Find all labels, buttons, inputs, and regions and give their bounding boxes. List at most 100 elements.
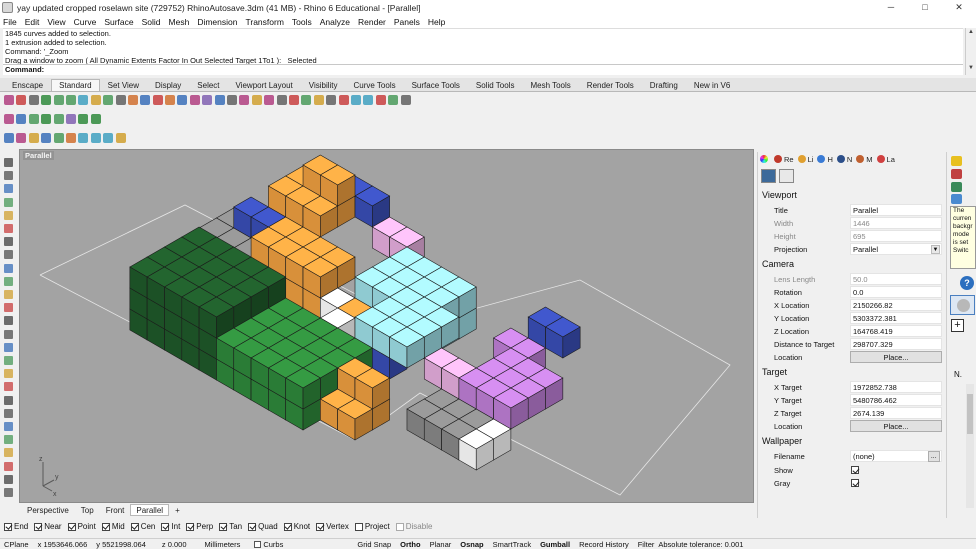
- sphere-button[interactable]: [950, 295, 975, 315]
- view-icon[interactable]: [779, 169, 794, 183]
- transform-icon[interactable]: [4, 435, 13, 445]
- zoom-dynamic-icon[interactable]: [140, 94, 151, 105]
- osnap-checkbox[interactable]: [186, 522, 195, 531]
- tab-visibility[interactable]: Visibility: [301, 79, 346, 91]
- select-icon[interactable]: [4, 158, 13, 167]
- status-smarttrack[interactable]: SmartTrack: [493, 540, 531, 549]
- mirror-icon[interactable]: [4, 461, 13, 471]
- open-icon[interactable]: [16, 94, 27, 105]
- help-icon[interactable]: [400, 94, 411, 105]
- point-icon[interactable]: [4, 171, 13, 181]
- box-icon[interactable]: [4, 329, 13, 339]
- panel-scrollbar[interactable]: [966, 384, 974, 508]
- target-place-button[interactable]: Place...: [850, 420, 942, 432]
- projection-select[interactable]: Parallel ▼: [850, 243, 942, 255]
- curve-tool-icon[interactable]: [28, 132, 39, 143]
- check-icon[interactable]: [4, 132, 14, 143]
- tab-curve-tools[interactable]: Curve Tools: [346, 79, 404, 91]
- osnap-checkbox[interactable]: [248, 522, 257, 531]
- grid-snap-icon[interactable]: [115, 132, 126, 143]
- enscape-settings-icon[interactable]: [53, 113, 64, 124]
- filter-icon[interactable]: [53, 132, 64, 143]
- rotation-field[interactable]: 0.0: [850, 286, 942, 298]
- osnap-checkbox[interactable]: [130, 522, 139, 531]
- panel-tab-h[interactable]: H: [817, 155, 833, 164]
- osnap-near[interactable]: Near: [34, 522, 62, 531]
- analyze-tool-icon[interactable]: [4, 474, 13, 484]
- y-location-field[interactable]: 5303372.381: [850, 312, 942, 324]
- viewport-tab-top[interactable]: Top: [75, 504, 100, 516]
- cplane-icon[interactable]: [227, 94, 238, 105]
- menu-surface[interactable]: Surface: [104, 17, 133, 27]
- fillet-icon[interactable]: [4, 290, 13, 299]
- menu-file[interactable]: File: [3, 17, 17, 27]
- tab-standard[interactable]: Standard: [51, 79, 100, 91]
- viewport-parallel[interactable]: z y x Parallel: [19, 149, 754, 503]
- enscape-start-icon[interactable]: [4, 113, 14, 124]
- add-panel-button[interactable]: +: [951, 319, 964, 332]
- copy-icon[interactable]: [78, 94, 89, 105]
- polygon-icon[interactable]: [4, 250, 13, 260]
- object-snap-icon[interactable]: [90, 132, 101, 143]
- status-units[interactable]: Millimeters: [205, 540, 241, 549]
- menu-transform[interactable]: Transform: [245, 17, 283, 27]
- osnap-checkbox[interactable]: [219, 522, 228, 531]
- close-button[interactable]: ✕: [942, 0, 976, 15]
- shaded-icon[interactable]: [338, 94, 349, 105]
- osnap-checkbox[interactable]: [395, 522, 404, 531]
- gray-checkbox[interactable]: [851, 479, 859, 487]
- osnap-perp[interactable]: Perp: [186, 522, 213, 531]
- osnap-checkbox[interactable]: [316, 522, 325, 531]
- osnap-project[interactable]: Project: [354, 522, 390, 531]
- rectangle-icon[interactable]: [4, 237, 13, 247]
- zoom-window-icon[interactable]: [152, 94, 163, 105]
- model-canvas[interactable]: z y x: [20, 150, 754, 503]
- osnap-disable[interactable]: Disable: [395, 522, 432, 531]
- boolean-icon[interactable]: [4, 382, 13, 392]
- analyze-icon[interactable]: [375, 94, 386, 105]
- grid-icon[interactable]: [214, 94, 225, 105]
- viewport-tab-perspective[interactable]: Perspective: [21, 504, 75, 516]
- curve-icon[interactable]: [4, 197, 13, 207]
- tab-solid-tools[interactable]: Solid Tools: [468, 79, 523, 91]
- materials-panel-icon[interactable]: [951, 194, 962, 204]
- browse-button[interactable]: ...: [928, 451, 940, 462]
- enscape-assets-icon[interactable]: [65, 113, 76, 124]
- tab-viewport-layout[interactable]: Viewport Layout: [228, 79, 301, 91]
- save-icon[interactable]: [28, 94, 39, 105]
- osnap-checkbox[interactable]: [101, 522, 110, 531]
- new-icon[interactable]: [4, 94, 14, 105]
- osnap-int[interactable]: Int: [161, 522, 180, 531]
- status-layer[interactable]: Curbs: [254, 540, 283, 549]
- array-icon[interactable]: [4, 448, 13, 458]
- polyline-icon[interactable]: [4, 184, 13, 194]
- tab-mesh-tools[interactable]: Mesh Tools: [522, 79, 578, 91]
- properties-icon[interactable]: [264, 94, 275, 105]
- arc-icon[interactable]: [4, 224, 13, 233]
- rendered-icon[interactable]: [350, 94, 361, 105]
- status-osnap[interactable]: Osnap: [460, 540, 483, 549]
- color-wheel-icon[interactable]: [760, 155, 770, 163]
- layers-panel-icon[interactable]: [951, 182, 962, 192]
- cylinder-tool-icon[interactable]: [4, 356, 13, 365]
- camera-place-button[interactable]: Place...: [850, 351, 942, 363]
- menu-analyze[interactable]: Analyze: [320, 17, 350, 27]
- tab-enscape[interactable]: Enscape: [4, 79, 51, 91]
- material-icon[interactable]: [288, 94, 299, 105]
- shape-tool-icon[interactable]: [16, 132, 27, 143]
- viewport-title[interactable]: Parallel: [23, 151, 54, 160]
- enscape-about-icon[interactable]: [90, 113, 101, 124]
- status-gumball[interactable]: Gumball: [540, 540, 570, 549]
- tab-new-in-v6[interactable]: New in V6: [686, 79, 738, 91]
- tab-render-tools[interactable]: Render Tools: [579, 79, 642, 91]
- osnap-point[interactable]: Point: [67, 522, 96, 531]
- cursor-icon[interactable]: [65, 132, 76, 143]
- enscape-capture-icon[interactable]: [41, 113, 52, 124]
- osnap-quad[interactable]: Quad: [248, 522, 278, 531]
- display-mode-icon[interactable]: [326, 94, 337, 105]
- zoom-all-icon[interactable]: [189, 94, 200, 105]
- sphere-tool-icon[interactable]: [4, 342, 13, 352]
- render-icon[interactable]: [301, 94, 312, 105]
- panel-tab-li[interactable]: Li: [797, 155, 813, 164]
- menu-help[interactable]: Help: [428, 17, 445, 27]
